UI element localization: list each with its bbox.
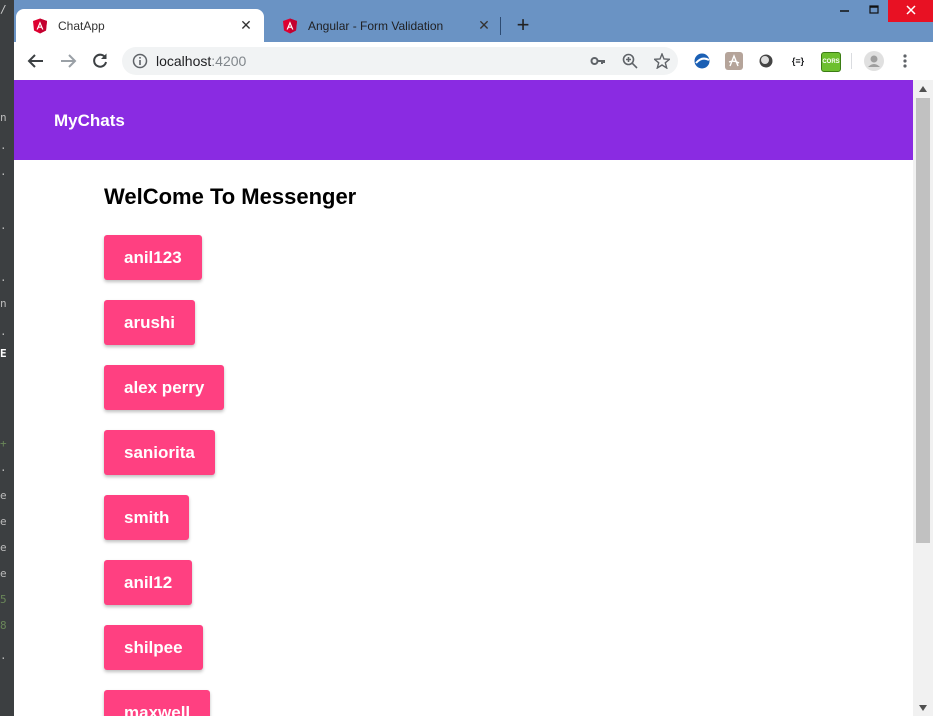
scroll-up-button[interactable] xyxy=(913,80,933,97)
menu-dots-icon[interactable] xyxy=(898,52,912,70)
vertical-scrollbar[interactable] xyxy=(913,80,933,716)
user-button[interactable]: saniorita xyxy=(104,430,215,475)
tab-chatapp[interactable]: ChatApp ✕ xyxy=(16,9,264,42)
triangle-down-icon xyxy=(919,704,927,711)
arrow-left-icon xyxy=(27,54,43,68)
close-window-button[interactable] xyxy=(888,0,933,22)
app-header: MyChats xyxy=(14,80,913,160)
reload-button[interactable] xyxy=(87,48,113,74)
toolbar-divider xyxy=(851,53,852,69)
background-app-strip: / n . . . . n . E + . e e e e 5 8 . xyxy=(0,0,14,716)
extension-json-icon[interactable]: {≡} xyxy=(787,52,809,70)
profile-avatar-icon[interactable] xyxy=(864,51,884,71)
minimize-button[interactable] xyxy=(830,0,860,22)
user-button[interactable]: anil123 xyxy=(104,235,202,280)
minimize-icon xyxy=(840,10,849,12)
user-button[interactable]: maxwell xyxy=(104,690,211,716)
page-title: WelCome To Messenger xyxy=(104,184,357,209)
info-icon[interactable] xyxy=(132,53,148,69)
triangle-up-icon xyxy=(919,85,927,92)
user-button[interactable]: smith xyxy=(104,495,190,540)
zoom-icon[interactable] xyxy=(621,52,639,70)
extension-pdf-icon[interactable] xyxy=(725,52,743,70)
tab-title: ChatApp xyxy=(58,18,105,33)
new-tab-button[interactable]: + xyxy=(511,13,535,37)
url-host: localhost xyxy=(156,53,212,69)
scroll-down-button[interactable] xyxy=(913,699,933,716)
forward-button[interactable] xyxy=(55,48,81,74)
browser-toolbar: localhost:4200 {≡} CORS xyxy=(14,42,933,81)
cors-ext-label: CORS xyxy=(822,59,840,65)
angular-icon xyxy=(33,18,47,33)
json-ext-label: {≡} xyxy=(791,56,805,66)
extension-circle-icon[interactable] xyxy=(757,52,775,70)
browser-window: ChatApp ✕ Angular - Form Validation ✕ + xyxy=(14,0,933,716)
user-button[interactable]: alex perry xyxy=(104,365,225,410)
tab-close-icon[interactable]: ✕ xyxy=(238,17,254,34)
extension-globe-icon[interactable] xyxy=(693,52,711,70)
angular-icon xyxy=(283,18,297,33)
title-bar: ChatApp ✕ Angular - Form Validation ✕ + xyxy=(14,0,933,42)
maximize-button[interactable] xyxy=(859,0,889,22)
scrollbar-thumb[interactable] xyxy=(916,98,930,543)
restore-icon xyxy=(869,5,879,14)
tab-title: Angular - Form Validation xyxy=(308,18,444,33)
tab-separator xyxy=(500,17,501,35)
user-button[interactable]: shilpee xyxy=(104,625,203,670)
user-button[interactable]: anil12 xyxy=(104,560,193,605)
url-text[interactable]: localhost:4200 xyxy=(156,47,246,75)
user-button[interactable]: arushi xyxy=(104,300,196,345)
url-port: :4200 xyxy=(211,53,247,69)
star-icon[interactable] xyxy=(653,52,671,70)
key-icon[interactable] xyxy=(589,52,607,70)
tab-close-icon[interactable]: ✕ xyxy=(476,17,492,34)
back-button[interactable] xyxy=(23,48,49,74)
close-icon xyxy=(905,5,916,15)
reload-icon xyxy=(93,53,107,68)
address-bar[interactable]: localhost:4200 xyxy=(122,47,678,75)
arrow-right-icon xyxy=(61,54,77,68)
page-content: MyChats WelCome To Messenger anil123 aru… xyxy=(14,80,913,716)
extension-cors-icon[interactable]: CORS xyxy=(821,52,841,72)
app-brand[interactable]: MyChats xyxy=(54,80,125,161)
tab-angular-form-validation[interactable]: Angular - Form Validation ✕ xyxy=(266,9,502,42)
